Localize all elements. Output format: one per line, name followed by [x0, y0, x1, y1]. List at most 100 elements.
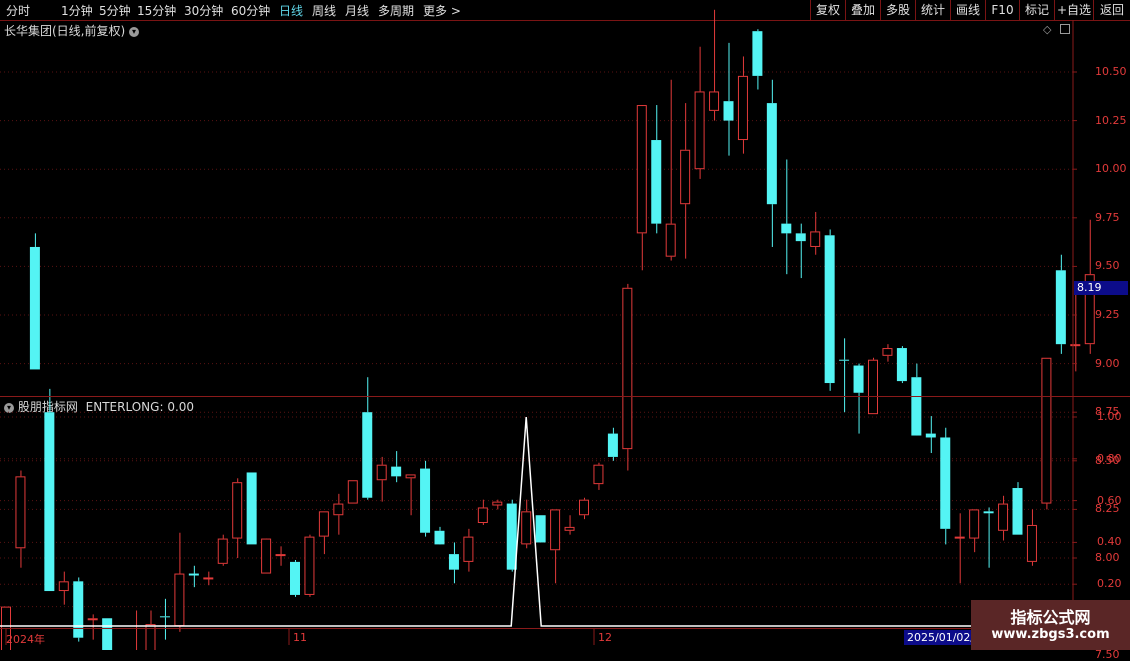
- candle-body: [391, 466, 402, 477]
- candle-body: [636, 105, 647, 234]
- candle-body: [998, 503, 1009, 531]
- current-price-tag: 8.19: [1074, 281, 1128, 295]
- candle-body: [983, 511, 994, 514]
- period-toolbar: 分时 1分钟 5分钟 15分钟 30分钟 60分钟 日线 周线 月线 多周期 更…: [0, 0, 1130, 21]
- candle-body: [579, 499, 589, 516]
- chevron-down-icon[interactable]: ▾: [129, 26, 140, 37]
- multi-stock-button[interactable]: 多股: [880, 0, 915, 20]
- candle: [246, 472, 257, 545]
- period-tab-daily[interactable]: 日线: [279, 2, 303, 19]
- candle-body: [290, 561, 300, 595]
- candle: [102, 618, 113, 650]
- candle-body: [434, 530, 445, 545]
- chevron-down-icon[interactable]: ▾: [4, 402, 14, 413]
- candle: [87, 614, 98, 640]
- candle: [434, 526, 445, 545]
- candle: [940, 427, 951, 545]
- candle: [579, 497, 589, 520]
- candle: [723, 42, 734, 156]
- candle-body: [463, 536, 474, 562]
- candle: [853, 363, 864, 434]
- period-tab-fenshi[interactable]: 分时: [6, 2, 30, 19]
- candle-body: [1041, 357, 1052, 504]
- f10-button[interactable]: F10: [985, 0, 1019, 20]
- overlay-button[interactable]: 叠加: [845, 0, 880, 20]
- candle: [159, 598, 170, 640]
- candle: [896, 346, 907, 384]
- candle: [969, 509, 980, 553]
- candle-body: [1012, 488, 1023, 535]
- period-tab-5min[interactable]: 5分钟: [99, 2, 131, 19]
- candle-body: [217, 538, 228, 564]
- candle-body: [506, 503, 517, 570]
- candle: [781, 159, 792, 275]
- candle-body: [868, 359, 878, 415]
- candle-body: [622, 287, 633, 450]
- period-tab-more[interactable]: 更多 >: [423, 2, 461, 19]
- panel-toggle-icon[interactable]: [1060, 24, 1070, 34]
- candle: [448, 542, 459, 584]
- candle-body: [492, 501, 503, 506]
- candle: [550, 509, 561, 584]
- candle-body: [680, 149, 691, 205]
- candle-body: [853, 365, 864, 393]
- candle-body: [925, 433, 936, 438]
- candle-body: [766, 103, 777, 205]
- period-tab-weekly[interactable]: 周线: [312, 2, 336, 19]
- candle-body: [954, 536, 965, 539]
- draw-line-button[interactable]: 画线: [950, 0, 985, 20]
- indicator-y-tick-label: 0.80: [1097, 451, 1122, 465]
- candle-body: [550, 509, 561, 551]
- candle-body: [651, 140, 662, 224]
- candle: [824, 229, 835, 391]
- candle-body: [535, 515, 546, 543]
- candle: [58, 571, 69, 605]
- period-tab-30min[interactable]: 30分钟: [184, 2, 223, 19]
- candle: [261, 538, 272, 574]
- statistics-button[interactable]: 统计: [915, 0, 950, 20]
- indicator-y-tick-label: 0.40: [1097, 535, 1122, 549]
- candle: [477, 499, 488, 525]
- restore-rights-button[interactable]: 复权: [810, 0, 845, 20]
- period-tab-multi[interactable]: 多周期: [378, 2, 414, 19]
- candle-body: [188, 573, 199, 576]
- period-tab-15min[interactable]: 15分钟: [137, 2, 176, 19]
- candle: [29, 233, 40, 370]
- x-label-nov: 11: [293, 631, 307, 644]
- candle-body: [102, 618, 113, 650]
- period-tab-1min[interactable]: 1分钟: [61, 2, 93, 19]
- candle-body: [376, 464, 387, 481]
- candle-body: [607, 433, 618, 457]
- period-tab-monthly[interactable]: 月线: [345, 2, 369, 19]
- candle-body: [448, 554, 459, 570]
- candle-body: [593, 464, 604, 485]
- back-button[interactable]: 返回: [1093, 0, 1130, 20]
- watermark-url: www.zbgs3.com: [991, 627, 1110, 642]
- candle: [998, 495, 1009, 541]
- candle: [810, 211, 821, 255]
- candle-body: [521, 511, 532, 545]
- period-tab-60min[interactable]: 60分钟: [231, 2, 270, 19]
- y-tick-label: 9.25: [1095, 308, 1120, 321]
- watermark-title: 指标公式网: [1010, 608, 1091, 627]
- mark-button[interactable]: 标记: [1019, 0, 1054, 20]
- candle: [709, 9, 720, 121]
- candle: [752, 29, 763, 90]
- diamond-icon[interactable]: ◇: [1043, 23, 1051, 36]
- candle: [1026, 509, 1037, 566]
- candle: [593, 462, 604, 490]
- candle-body: [58, 581, 69, 592]
- kline-chart[interactable]: [0, 0, 1130, 650]
- candle: [174, 532, 185, 632]
- candle-body: [564, 526, 575, 531]
- add-watchlist-button[interactable]: +自选: [1054, 0, 1093, 20]
- y-tick-label: 9.50: [1095, 259, 1120, 273]
- candle: [766, 79, 777, 247]
- candle: [376, 456, 387, 502]
- y-tick-label: 8.00: [1095, 551, 1120, 564]
- candle: [882, 344, 893, 362]
- candle-body: [737, 75, 748, 141]
- candle-body: [810, 231, 821, 247]
- candle-body: [795, 233, 806, 242]
- candle: [506, 499, 517, 572]
